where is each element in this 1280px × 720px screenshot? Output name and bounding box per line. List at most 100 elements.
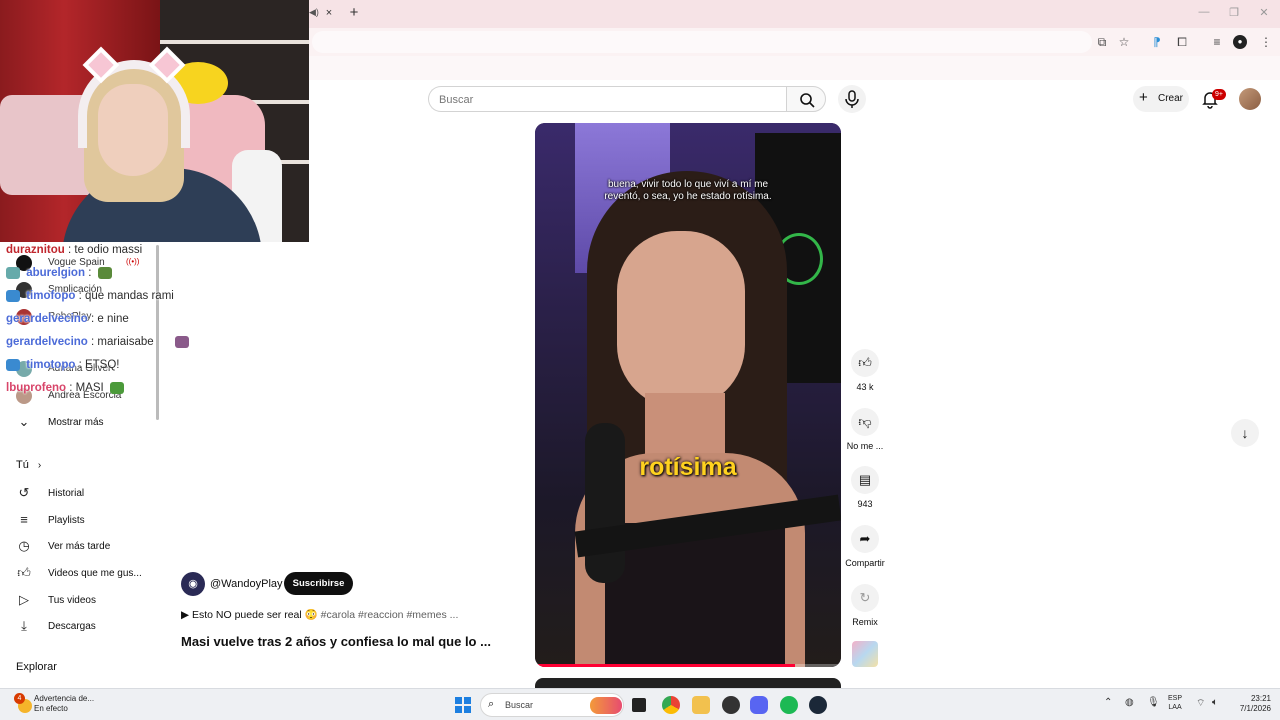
arrow-down-icon: ↓ — [1241, 425, 1249, 441]
shorts-player[interactable]: buena, vivir todo lo que viví a mí me re… — [535, 123, 841, 667]
notification-badge: 9+ — [1212, 89, 1226, 100]
new-tab-button[interactable]: + — [346, 4, 362, 22]
mic-tray-icon[interactable]: 🎙︎ — [1147, 697, 1160, 708]
channel-avatar[interactable]: ◉ — [181, 572, 205, 596]
share-button[interactable]: ➦ Compartir — [843, 525, 887, 568]
thumbs-down-icon: 👎︎ — [851, 408, 879, 436]
description-hashtags[interactable]: #carola #reaccion #memes ... — [321, 609, 459, 621]
video-progress-fill — [535, 664, 796, 667]
bookmark-star-icon[interactable]: ☆ — [1116, 34, 1132, 50]
task-view-icon[interactable] — [632, 698, 646, 712]
language-line-2: LAA — [1168, 704, 1182, 711]
chat-text: : te odio massi — [67, 244, 143, 256]
sidebar-item-label: Videos que me gus... — [48, 568, 142, 579]
description-text: ▶ Esto NO puede ser real 😳 — [181, 609, 318, 621]
channel-handle[interactable]: @WandoyPlay — [210, 578, 283, 590]
obs-icon[interactable] — [722, 696, 740, 714]
next-short-preview[interactable] — [535, 678, 841, 688]
discord-icon[interactable] — [750, 696, 768, 714]
show-more-label: Mostrar más — [48, 417, 104, 428]
weather-line-2: En efecto — [34, 704, 68, 713]
sidebar-item-label: Ver más tarde — [48, 541, 111, 552]
video-progress-bar[interactable] — [535, 664, 841, 667]
tab-close-button[interactable]: × — [322, 6, 336, 20]
tray-overflow-icon[interactable]: ⌃ — [1104, 697, 1112, 708]
profile-icon[interactable]: ● — [1233, 35, 1247, 49]
sidebar-item-history[interactable]: ↺ Historial — [16, 485, 156, 505]
reading-list-icon[interactable]: ≡ — [1209, 34, 1225, 50]
subscribe-button[interactable]: Suscribirse — [284, 572, 353, 595]
video-person-face — [617, 231, 745, 409]
weather-text[interactable]: Advertencia de... En efecto — [34, 694, 94, 714]
chat-username: timotopo — [26, 359, 76, 372]
next-video-button[interactable]: ↓ — [1231, 419, 1259, 447]
weather-widget[interactable]: 4 — [14, 693, 36, 715]
spotify-icon[interactable] — [780, 696, 798, 714]
steam-icon[interactable] — [809, 696, 827, 714]
you-heading-label: Tú — [16, 459, 29, 471]
start-button[interactable] — [455, 697, 471, 713]
weather-alert-icon: 4 — [14, 693, 25, 704]
sidebar-item-playlists[interactable]: ≡ Playlists — [16, 512, 156, 532]
extensions-icon[interactable]: ⧠ — [1174, 34, 1190, 50]
sidebar-item-label: Historial — [48, 488, 85, 499]
chat-username: lbuprofeno — [6, 382, 67, 395]
video-caption: rotísima — [639, 453, 737, 481]
remix-label: Remix — [852, 617, 878, 627]
translate-extension-icon[interactable]: ⁋ — [1149, 34, 1165, 50]
thumbs-up-icon: 👍︎ — [851, 349, 879, 377]
search-icon — [800, 93, 815, 108]
taskbar-search[interactable]: ⌕ Buscar — [480, 693, 624, 717]
sidebar-item-your-videos[interactable]: ▷ Tus videos — [16, 592, 156, 612]
playlists-icon: ≡ — [20, 512, 28, 527]
sidebar-item-label: Tus videos — [48, 595, 96, 606]
comment-icon: ▤ — [851, 466, 879, 494]
video-description[interactable]: ▶ Esto NO puede ser real 😳 #carola #reac… — [181, 608, 458, 621]
chat-message: duraznitou : te odio massi — [6, 244, 142, 256]
liked-videos-icon: 👍︎ — [17, 565, 31, 580]
chat-message: gerardelvecino : e nine — [6, 313, 129, 325]
comments-button[interactable]: ▤ 943 — [843, 466, 887, 509]
install-app-icon[interactable]: ⧉ — [1094, 34, 1110, 50]
close-window-button[interactable]: ✕ — [1256, 6, 1272, 19]
wifi-tray-icon[interactable]: ⌔ — [1196, 697, 1205, 710]
sidebar-item-liked-videos[interactable]: 👍︎ Videos que me gus... — [16, 565, 156, 585]
minimize-button[interactable]: — — [1196, 6, 1212, 18]
browser-menu-icon[interactable]: ⋮ — [1258, 34, 1274, 50]
video-title[interactable]: Masi vuelve tras 2 años y confiesa lo ma… — [181, 634, 491, 649]
clock-time: 23:21 — [1250, 694, 1271, 703]
chrome-icon[interactable] — [662, 696, 680, 714]
account-avatar[interactable] — [1239, 88, 1261, 110]
chat-username: timofopo — [26, 290, 76, 303]
dislike-button[interactable]: 👎︎ No me ... — [843, 408, 887, 451]
like-button[interactable]: 👍︎ 43 k — [843, 349, 887, 392]
maximize-button[interactable]: ❐ — [1226, 6, 1242, 19]
remix-button[interactable]: ↻ Remix — [843, 584, 887, 627]
volume-tray-icon[interactable]: 🔈︎ — [1212, 697, 1218, 708]
watch-later-icon: ◷ — [18, 538, 30, 553]
file-explorer-icon[interactable] — [692, 696, 710, 714]
you-section-heading[interactable]: Tú › — [16, 459, 41, 471]
sidebar-item-label: Playlists — [48, 515, 85, 526]
share-label: Compartir — [845, 558, 885, 568]
create-button[interactable]: + Crear — [1133, 86, 1189, 112]
show-more-button[interactable]: ⌄ Mostrar más — [16, 414, 156, 434]
stream-chat-overlay: duraznitou : te odio massi aburelgion : … — [0, 242, 200, 402]
dislike-label: No me ... — [846, 441, 884, 451]
language-indicator[interactable]: ESP LAA — [1168, 694, 1182, 712]
system-clock[interactable]: 23:21 7/1/2026 — [1233, 694, 1271, 714]
windows-taskbar: 4 Advertencia de... En efecto ⌕ Buscar ⌃… — [0, 688, 1280, 720]
chat-username: aburelgion — [26, 267, 85, 280]
voice-search-button[interactable] — [838, 85, 866, 113]
sidebar-item-downloads[interactable]: ⤓ Descargas — [16, 618, 156, 638]
chevron-down-icon: ⌄ — [18, 414, 30, 429]
comment-count: 943 — [857, 499, 873, 509]
search-input[interactable] — [439, 92, 769, 107]
sound-thumbnail[interactable] — [852, 641, 878, 667]
explore-heading-label: Explorar — [16, 661, 57, 673]
network-tray-icon[interactable]: ◍ — [1125, 697, 1134, 708]
address-bar[interactable] — [312, 31, 1092, 53]
sidebar-item-watch-later[interactable]: ◷ Ver más tarde — [16, 538, 156, 558]
search-button[interactable] — [786, 86, 826, 112]
chat-text: : ETSQ! — [78, 359, 120, 372]
